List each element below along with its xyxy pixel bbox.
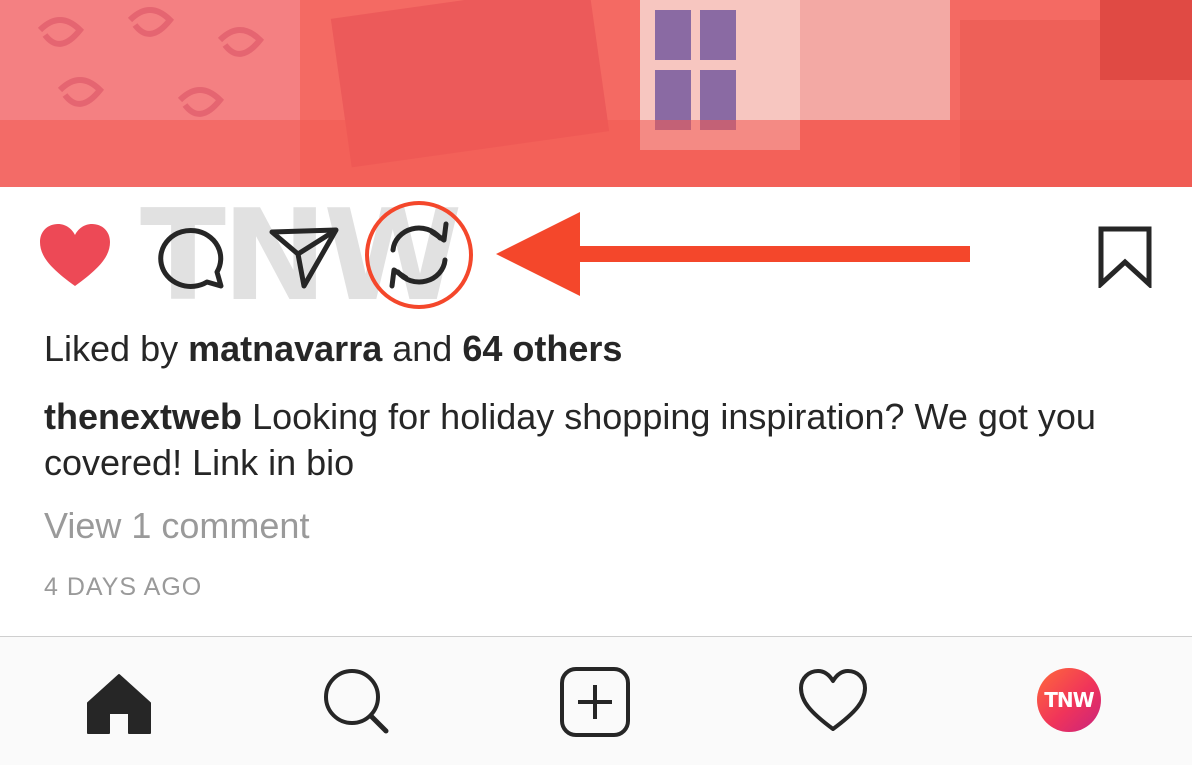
photo-artwork <box>0 0 1192 187</box>
activity-heart-icon[interactable] <box>798 667 868 737</box>
likes-others-link[interactable]: 64 others <box>462 328 622 369</box>
repost-icon[interactable] <box>364 200 474 310</box>
post-caption: thenextweb Looking for holiday shopping … <box>44 394 1154 486</box>
arrow-annotation-icon <box>496 212 972 296</box>
bookmark-icon[interactable] <box>1098 226 1152 288</box>
search-icon[interactable] <box>322 667 392 737</box>
likes-prefix: Liked by <box>44 328 179 369</box>
post-photo[interactable] <box>0 0 1192 187</box>
caption-username-link[interactable]: thenextweb <box>44 396 242 437</box>
share-icon[interactable] <box>268 224 340 290</box>
profile-avatar[interactable]: TNW <box>1037 668 1101 732</box>
bottom-tab-bar: TNW <box>0 636 1192 765</box>
comment-icon[interactable] <box>155 224 225 290</box>
post-timestamp: 4 DAYS AGO <box>44 573 203 601</box>
heart-icon[interactable] <box>38 222 112 290</box>
view-comments-link[interactable]: View 1 comment <box>44 505 309 547</box>
liked-by-user-link[interactable]: matnavarra <box>188 328 382 369</box>
home-icon[interactable] <box>84 667 154 737</box>
likes-conjunction: and <box>392 328 453 369</box>
likes-summary[interactable]: Liked by matnavarra and 64 others <box>44 328 622 370</box>
add-post-icon[interactable] <box>560 667 630 737</box>
